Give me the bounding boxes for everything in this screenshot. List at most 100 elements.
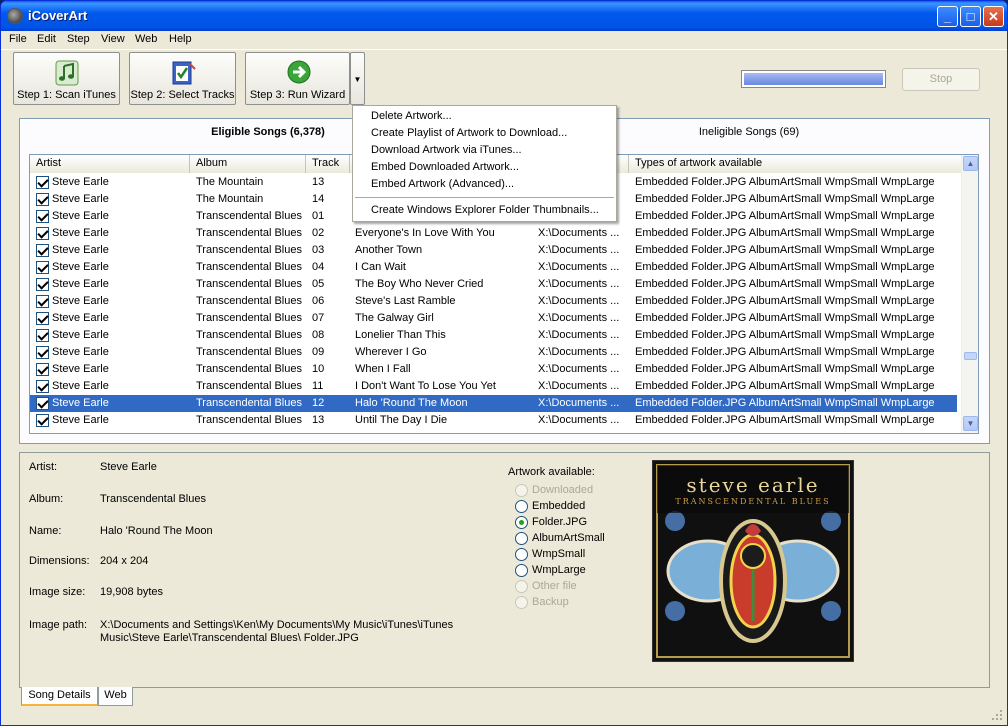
cell-album: Transcendental Blues — [196, 414, 302, 426]
scroll-thumb[interactable] — [964, 352, 977, 360]
cell-name: Halo 'Round The Moon — [355, 397, 468, 409]
menu-view[interactable]: View — [101, 33, 125, 45]
album-value: Transcendental Blues — [100, 493, 206, 505]
stop-button[interactable]: Stop — [902, 68, 980, 91]
vertical-scrollbar[interactable]: ▲ ▼ — [961, 155, 978, 433]
title-bar[interactable]: iCoverArt _ □ ✕ — [1, 1, 1007, 31]
menu-embed-downloaded[interactable]: Embed Downloaded Artwork... — [371, 161, 519, 173]
radio-button[interactable] — [515, 532, 528, 545]
radio-button[interactable] — [515, 516, 528, 529]
menu-edit[interactable]: Edit — [37, 33, 56, 45]
cell-track: 10 — [312, 363, 325, 375]
tab-web[interactable]: Web — [98, 687, 133, 706]
radio-button[interactable] — [515, 500, 528, 513]
row-checkbox[interactable] — [36, 244, 49, 257]
radio-label: Backup — [532, 596, 569, 608]
window-title: iCoverArt — [28, 8, 88, 23]
cell-artwork-types: Embedded Folder.JPG AlbumArtSmall WmpSma… — [635, 312, 935, 324]
cell-album: Transcendental Blues — [196, 210, 302, 222]
cell-artwork-types: Embedded Folder.JPG AlbumArtSmall WmpSma… — [635, 295, 935, 307]
cell-artwork-types: Embedded Folder.JPG AlbumArtSmall WmpSma… — [635, 397, 935, 409]
checklist-icon — [172, 61, 196, 85]
menu-create-playlist[interactable]: Create Playlist of Artwork to Download..… — [371, 127, 567, 139]
menu-create-thumbnails[interactable]: Create Windows Explorer Folder Thumbnail… — [371, 204, 599, 216]
row-checkbox[interactable] — [36, 278, 49, 291]
maximize-button[interactable]: □ — [960, 6, 981, 27]
row-checkbox[interactable] — [36, 227, 49, 240]
tab-song-details[interactable]: Song Details — [21, 687, 98, 706]
cell-artwork-types: Embedded Folder.JPG AlbumArtSmall WmpSma… — [635, 176, 935, 188]
cell-track: 13 — [312, 414, 325, 426]
minimize-button[interactable]: _ — [937, 6, 958, 27]
cell-album: Transcendental Blues — [196, 329, 302, 341]
resize-grip-icon[interactable] — [991, 709, 1003, 721]
cell-name: When I Fall — [355, 363, 411, 375]
row-checkbox[interactable] — [36, 414, 49, 427]
cell-track: 02 — [312, 227, 325, 239]
menu-file[interactable]: File — [9, 33, 27, 45]
table-row[interactable]: Steve Earle Transcendental Blues 05 The Boy… — [30, 276, 957, 293]
row-checkbox[interactable] — [36, 380, 49, 393]
scan-itunes-button[interactable]: Step 1: Scan iTunes — [13, 52, 120, 105]
radio-label: WmpLarge — [532, 564, 586, 576]
radio-button — [515, 596, 528, 609]
cell-track: 13 — [312, 176, 325, 188]
table-row[interactable]: Steve Earle Transcendental Blues 02 Everyon… — [30, 225, 957, 242]
cell-track: 04 — [312, 261, 325, 273]
menu-delete-artwork[interactable]: Delete Artwork... — [371, 110, 452, 122]
run-wizard-button[interactable]: Step 3: Run Wizard — [245, 52, 350, 105]
table-row[interactable]: Steve Earle Transcendental Blues 03 Another… — [30, 242, 957, 259]
column-artwork-types[interactable]: Types of artwork available — [629, 155, 962, 173]
scroll-up-arrow-icon[interactable]: ▲ — [963, 156, 978, 171]
cell-path: X:\Documents ... — [538, 414, 620, 426]
album-label: Album: — [29, 493, 64, 505]
wizard-dropdown-button[interactable]: ▼ — [350, 52, 365, 105]
scroll-down-arrow-icon[interactable]: ▼ — [963, 416, 978, 431]
column-artist[interactable]: Artist — [30, 155, 190, 173]
column-track[interactable]: Track — [306, 155, 350, 173]
table-row[interactable]: Steve Earle Transcendental Blues 04 I Can W… — [30, 259, 957, 276]
menu-step[interactable]: Step — [67, 33, 90, 45]
cell-path: X:\Documents ... — [538, 244, 620, 256]
row-checkbox[interactable] — [36, 397, 49, 410]
table-row[interactable]: Steve Earle Transcendental Blues 09 Whereve… — [30, 344, 957, 361]
radio-button[interactable] — [515, 548, 528, 561]
table-row[interactable]: Steve Earle Transcendental Blues 11 I Don't… — [30, 378, 957, 395]
menu-download-artwork[interactable]: Download Artwork via iTunes... — [371, 144, 522, 156]
row-checkbox[interactable] — [36, 346, 49, 359]
table-row[interactable]: Steve Earle Transcendental Blues 07 The Gal… — [30, 310, 957, 327]
row-checkbox[interactable] — [36, 176, 49, 189]
cell-album: The Mountain — [196, 193, 264, 205]
menu-help[interactable]: Help — [169, 33, 192, 45]
radio-button — [515, 484, 528, 497]
radio-button[interactable] — [515, 564, 528, 577]
row-checkbox[interactable] — [36, 312, 49, 325]
row-checkbox[interactable] — [36, 261, 49, 274]
cell-name: Lonelier Than This — [355, 329, 446, 341]
cell-artwork-types: Embedded Folder.JPG AlbumArtSmall WmpSma… — [635, 193, 935, 205]
album-cover-image: steve earle TRANSCENDENTAL BLUES — [652, 460, 854, 662]
cell-artwork-types: Embedded Folder.JPG AlbumArtSmall WmpSma… — [635, 380, 935, 392]
select-tracks-button[interactable]: Step 2: Select Tracks — [129, 52, 236, 105]
menu-web[interactable]: Web — [135, 33, 157, 45]
table-row[interactable]: Steve Earle Transcendental Blues 08 Lonelie… — [30, 327, 957, 344]
row-checkbox[interactable] — [36, 329, 49, 342]
progress-fill — [744, 73, 883, 85]
close-button[interactable]: ✕ — [983, 6, 1004, 27]
cell-path: X:\Documents ... — [538, 363, 620, 375]
table-row[interactable]: Steve Earle Transcendental Blues 12 Halo 'R… — [30, 395, 957, 412]
row-checkbox[interactable] — [36, 363, 49, 376]
cover-artist-text: steve earle — [686, 473, 820, 497]
table-row[interactable]: Steve Earle Transcendental Blues 10 When I … — [30, 361, 957, 378]
row-checkbox[interactable] — [36, 210, 49, 223]
menu-embed-advanced[interactable]: Embed Artwork (Advanced)... — [371, 178, 514, 190]
cell-name: I Don't Want To Lose You Yet — [355, 380, 496, 392]
column-album[interactable]: Album — [190, 155, 306, 173]
row-checkbox[interactable] — [36, 193, 49, 206]
image-size-value: 19,908 bytes — [100, 586, 163, 598]
table-row[interactable]: Steve Earle Transcendental Blues 13 Until T… — [30, 412, 957, 429]
row-checkbox[interactable] — [36, 295, 49, 308]
cell-artist: Steve Earle — [52, 295, 109, 307]
run-wizard-label: Step 3: Run Wizard — [249, 89, 346, 101]
table-row[interactable]: Steve Earle Transcendental Blues 06 Steve's… — [30, 293, 957, 310]
